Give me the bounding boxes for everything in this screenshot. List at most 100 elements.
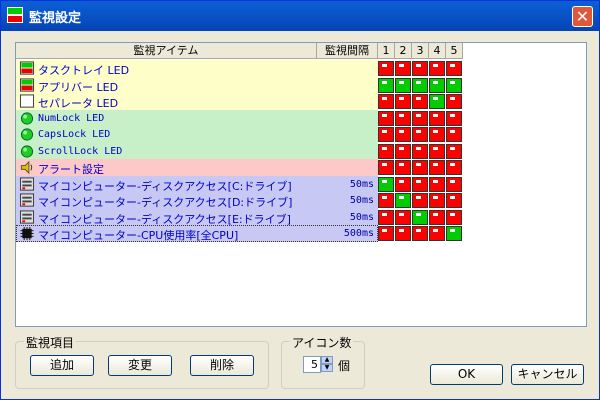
flag-slot-4[interactable] [429, 127, 445, 142]
flag-slot-4[interactable] [429, 176, 445, 192]
row-label: ScrollLock LED [38, 145, 123, 157]
flag-slot-4[interactable] [429, 110, 445, 126]
flag-slot-4[interactable] [429, 143, 445, 159]
flag-slot-1[interactable] [378, 127, 394, 142]
list-header: 監視アイテム 監視間隔 1 2 3 4 5 [16, 43, 476, 59]
flag-slot-3[interactable] [412, 127, 428, 142]
flag-slot-2[interactable] [395, 193, 411, 208]
change-button[interactable]: 変更 [108, 355, 172, 376]
add-button[interactable]: 追加 [30, 355, 94, 376]
row-label: CapsLock LED [38, 129, 111, 140]
list-row[interactable]: セパレータ LED [16, 93, 586, 110]
flag-slot-3[interactable] [412, 110, 428, 126]
flag-slot-4[interactable] [429, 61, 445, 76]
settings-window: 監視設定 ✕ 監視アイテム 監視間隔 1 2 3 4 5 タスクトレイ LED ア… [0, 0, 600, 400]
spin-down-button[interactable]: ▼ [321, 364, 333, 372]
flag-slot-2[interactable] [395, 61, 411, 76]
flag-slot-1[interactable] [378, 176, 394, 192]
monitor-item-list[interactable]: 監視アイテム 監視間隔 1 2 3 4 5 タスクトレイ LED アプリバー LE… [15, 42, 587, 327]
flag-slot-1[interactable] [378, 94, 394, 109]
flag-slot-4[interactable] [429, 209, 445, 225]
flag-slot-3[interactable] [412, 226, 428, 241]
flag-slot-5[interactable] [446, 209, 462, 225]
disk-icon [19, 193, 35, 208]
flag-slot-3[interactable] [412, 209, 428, 225]
flag-slot-5[interactable] [446, 226, 462, 241]
led-tray-icon [19, 61, 35, 76]
flag-slot-3[interactable] [412, 61, 428, 76]
spin-up-button[interactable]: ▲ [321, 356, 333, 364]
list-row[interactable]: マイコンピューター-CPU使用率[全CPU] 500ms [16, 225, 586, 242]
flag-slot-3[interactable] [412, 160, 428, 175]
flag-slot-3[interactable] [412, 143, 428, 159]
flag-slot-3[interactable] [412, 94, 428, 109]
column-header-slot-4[interactable]: 4 [429, 43, 446, 59]
list-row[interactable]: アプリバー LED [16, 76, 586, 94]
column-header-slot-3[interactable]: 3 [412, 43, 429, 59]
flag-slot-1[interactable] [378, 110, 394, 126]
list-row[interactable]: マイコンピューター-ディスクアクセス[D:ドライブ] 50ms [16, 192, 586, 209]
flag-slot-2[interactable] [395, 77, 411, 93]
flag-slot-3[interactable] [412, 193, 428, 208]
flag-slot-5[interactable] [446, 143, 462, 159]
list-row[interactable]: タスクトレイ LED [16, 60, 586, 77]
green-circle-icon [19, 144, 35, 159]
icon-count-unit: 個 [338, 359, 351, 373]
close-button[interactable]: ✕ [572, 6, 593, 27]
icon-count-legend: アイコン数 [290, 334, 354, 351]
flag-slot-5[interactable] [446, 176, 462, 192]
list-row[interactable]: アラート設定 [16, 159, 586, 176]
flag-slot-1[interactable] [378, 209, 394, 225]
flag-slot-5[interactable] [446, 77, 462, 93]
flag-slot-5[interactable] [446, 160, 462, 175]
flag-slot-3[interactable] [412, 176, 428, 192]
flag-slot-5[interactable] [446, 61, 462, 76]
column-header-interval[interactable]: 監視間隔 [317, 43, 378, 59]
flag-slot-4[interactable] [429, 160, 445, 175]
flag-slot-2[interactable] [395, 110, 411, 126]
ok-button[interactable]: OK [430, 364, 503, 385]
cancel-button[interactable]: キャンセル [511, 364, 584, 385]
flag-slot-2[interactable] [395, 176, 411, 192]
app-icon [7, 7, 23, 23]
flag-slot-1[interactable] [378, 77, 394, 93]
flag-slot-5[interactable] [446, 127, 462, 142]
flag-slot-4[interactable] [429, 226, 445, 241]
flag-slot-1[interactable] [378, 61, 394, 76]
flag-slot-2[interactable] [395, 209, 411, 225]
icon-count-input[interactable]: 5 [303, 356, 321, 373]
column-header-slot-1[interactable]: 1 [378, 43, 395, 59]
flag-slot-4[interactable] [429, 193, 445, 208]
delete-button[interactable]: 削除 [190, 355, 254, 376]
monitor-items-legend: 監視項目 [24, 334, 77, 351]
list-row[interactable]: CapsLock LED [16, 126, 586, 143]
flag-slot-2[interactable] [395, 94, 411, 109]
list-row[interactable]: マイコンピューター-ディスクアクセス[E:ドライブ] 50ms [16, 208, 586, 226]
column-header-item[interactable]: 監視アイテム [16, 43, 317, 59]
flag-slot-5[interactable] [446, 193, 462, 208]
list-row[interactable]: ScrollLock LED [16, 142, 586, 160]
column-header-slot-5[interactable]: 5 [446, 43, 463, 59]
flag-slot-1[interactable] [378, 193, 394, 208]
flag-slot-1[interactable] [378, 226, 394, 241]
flag-slot-2[interactable] [395, 160, 411, 175]
flag-slot-4[interactable] [429, 94, 445, 109]
list-row[interactable]: マイコンピューター-ディスクアクセス[C:ドライブ] 50ms [16, 175, 586, 193]
column-header-slot-2[interactable]: 2 [395, 43, 412, 59]
flag-slot-3[interactable] [412, 77, 428, 93]
list-row[interactable]: NumLock LED [16, 109, 586, 127]
speaker-icon [19, 160, 35, 175]
flag-slot-1[interactable] [378, 143, 394, 159]
flag-slot-2[interactable] [395, 127, 411, 142]
icon-count-group: アイコン数 5 ▲ ▼ 個 [281, 334, 365, 389]
flag-slot-4[interactable] [429, 77, 445, 93]
flag-slot-1[interactable] [378, 160, 394, 175]
flag-slot-5[interactable] [446, 110, 462, 126]
flag-slot-5[interactable] [446, 94, 462, 109]
flag-slot-2[interactable] [395, 143, 411, 159]
title-bar[interactable]: 監視設定 ✕ [1, 1, 599, 31]
blank-icon [19, 94, 35, 109]
disk-icon [19, 176, 35, 192]
disk-icon [19, 209, 35, 225]
flag-slot-2[interactable] [395, 226, 411, 241]
